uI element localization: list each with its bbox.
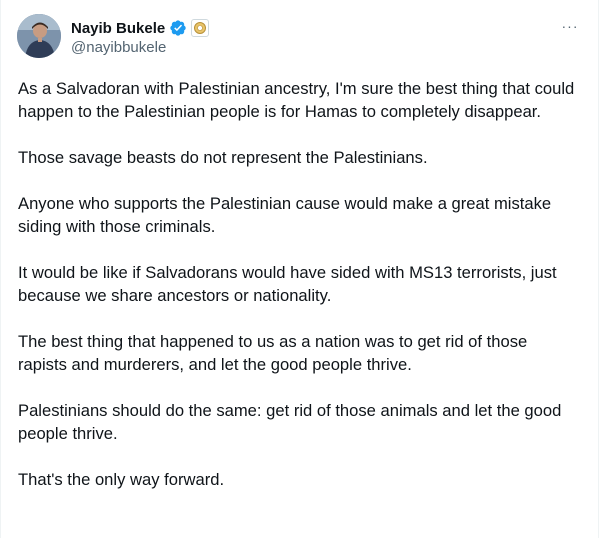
- affiliation-badge-icon[interactable]: [191, 19, 210, 37]
- tweet-header: Nayib Bukele @nayibbukele ···: [17, 14, 582, 62]
- name-row: Nayib Bukele: [71, 18, 210, 38]
- tweet-paragraph: It would be like if Salvadorans would ha…: [18, 263, 557, 305]
- tweet-paragraph: That's the only way forward.: [18, 470, 225, 489]
- tweet-paragraph: Those savage beasts do not represent the…: [18, 148, 428, 167]
- tweet-paragraph: Anyone who supports the Palestinian caus…: [18, 194, 552, 236]
- tweet-paragraph: As a Salvadoran with Palestinian ancestr…: [18, 79, 575, 121]
- profile-photo: [17, 14, 61, 58]
- author-handle[interactable]: @nayibbukele: [71, 39, 209, 56]
- display-name[interactable]: Nayib Bukele: [71, 20, 165, 37]
- more-options-icon[interactable]: ···: [558, 16, 582, 36]
- tweet-text: As a Salvadoran with Palestinian ancestr…: [18, 77, 578, 514]
- verified-badge-icon[interactable]: [169, 19, 187, 37]
- author-names: Nayib Bukele @nayibbukele: [71, 18, 210, 56]
- tweet-card: Nayib Bukele @nayibbukele ··· As a Salva…: [0, 0, 599, 538]
- avatar[interactable]: [17, 14, 61, 58]
- tweet-paragraph: Palestinians should do the same: get rid…: [18, 401, 562, 443]
- tweet-paragraph: The best thing that happened to us as a …: [18, 332, 528, 374]
